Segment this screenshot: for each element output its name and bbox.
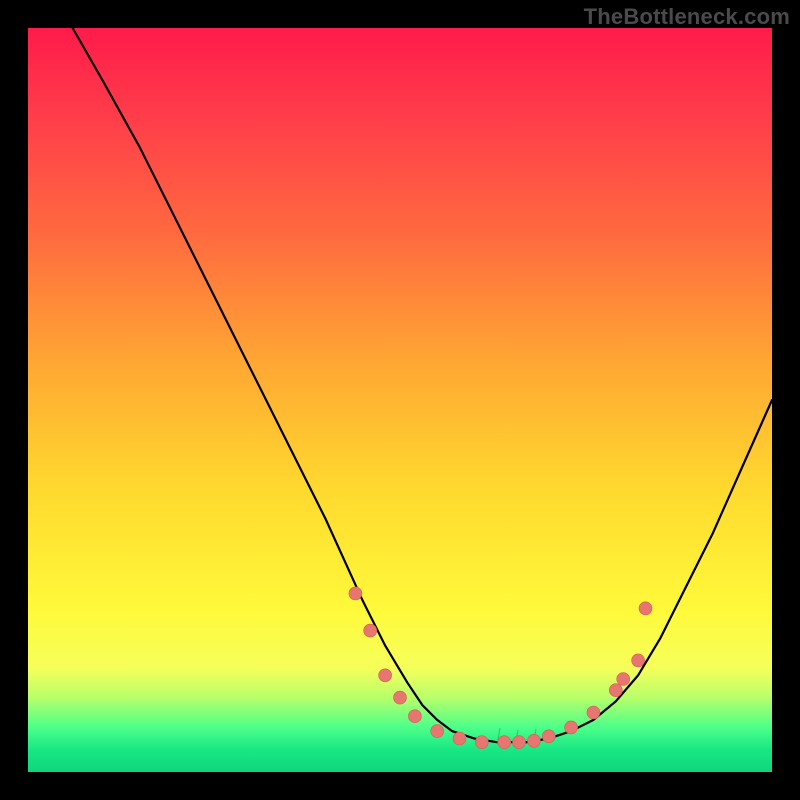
marker-dot bbox=[513, 736, 526, 749]
marker-dot bbox=[498, 736, 511, 749]
marker-dot bbox=[617, 673, 630, 686]
chart-frame: TheBottleneck.com bbox=[0, 0, 800, 800]
marker-dot bbox=[632, 654, 645, 667]
curve-right-branch bbox=[527, 400, 773, 742]
curve-layer bbox=[28, 28, 772, 772]
curve-left-branch bbox=[73, 28, 527, 742]
marker-dot bbox=[379, 669, 392, 682]
marker-dot bbox=[587, 706, 600, 719]
marker-dot bbox=[453, 732, 466, 745]
marker-dot bbox=[394, 691, 407, 704]
marker-dot bbox=[609, 684, 622, 697]
marker-dot bbox=[349, 587, 362, 600]
marker-dot bbox=[364, 624, 377, 637]
marker-dot bbox=[565, 721, 578, 734]
marker-dot bbox=[639, 602, 652, 615]
plot-area bbox=[28, 28, 772, 772]
curve-markers bbox=[349, 587, 652, 749]
marker-dot bbox=[542, 730, 555, 743]
marker-dot bbox=[475, 736, 488, 749]
marker-dot bbox=[527, 734, 540, 747]
marker-dot bbox=[408, 710, 421, 723]
marker-dot bbox=[431, 725, 444, 738]
watermark-text: TheBottleneck.com bbox=[584, 4, 790, 30]
